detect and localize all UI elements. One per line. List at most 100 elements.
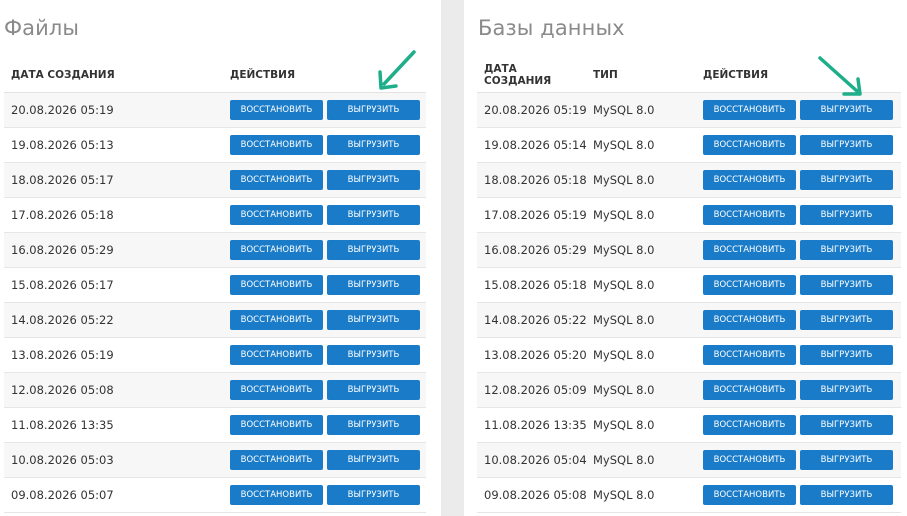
restore-button[interactable]: ВОССТАНОВИТЬ (703, 100, 796, 120)
actions-cell: ВОССТАНОВИТЬ ВЫГРУЗИТЬ (696, 442, 901, 478)
restore-button[interactable]: ВОССТАНОВИТЬ (703, 485, 796, 505)
restore-button[interactable]: ВОССТАНОВИТЬ (703, 135, 796, 155)
export-button[interactable]: ВЫГРУЗИТЬ (327, 100, 420, 120)
table-row: 20.08.2026 05:19 ВОССТАНОВИТЬ ВЫГРУЗИТЬ (4, 92, 426, 128)
date-cell: 09.08.2026 05:07 (4, 477, 223, 513)
type-cell: MySQL 8.0 (586, 407, 696, 443)
actions-cell: ВОССТАНОВИТЬ ВЫГРУЗИТЬ (696, 162, 901, 198)
files-title: Файлы (4, 16, 80, 40)
restore-button[interactable]: ВОССТАНОВИТЬ (230, 240, 323, 260)
export-button[interactable]: ВЫГРУЗИТЬ (800, 310, 893, 330)
date-cell: 11.08.2026 13:35 (4, 407, 223, 443)
type-cell: MySQL 8.0 (586, 477, 696, 513)
databases-header-actions: ДЕЙСТВИЯ (696, 58, 901, 93)
restore-button[interactable]: ВОССТАНОВИТЬ (230, 275, 323, 295)
type-cell: MySQL 8.0 (586, 197, 696, 233)
export-button[interactable]: ВЫГРУЗИТЬ (800, 170, 893, 190)
export-button[interactable]: ВЫГРУЗИТЬ (327, 485, 420, 505)
actions-cell: ВОССТАНОВИТЬ ВЫГРУЗИТЬ (223, 407, 426, 443)
date-cell: 14.08.2026 05:22 (477, 302, 587, 338)
restore-button[interactable]: ВОССТАНОВИТЬ (703, 380, 796, 400)
databases-table: ДАТА СОЗДАНИЯ ТИП ДЕЙСТВИЯ 20.08.2026 05… (477, 58, 901, 513)
export-button[interactable]: ВЫГРУЗИТЬ (327, 240, 420, 260)
date-cell: 19.08.2026 05:13 (4, 127, 223, 163)
restore-button[interactable]: ВОССТАНОВИТЬ (230, 485, 323, 505)
export-button[interactable]: ВЫГРУЗИТЬ (800, 485, 893, 505)
restore-button[interactable]: ВОССТАНОВИТЬ (230, 310, 323, 330)
actions-cell: ВОССТАНОВИТЬ ВЫГРУЗИТЬ (223, 197, 426, 233)
table-row: 10.08.2026 05:04 MySQL 8.0 ВОССТАНОВИТЬ ВЫГ… (477, 442, 901, 478)
restore-button[interactable]: ВОССТАНОВИТЬ (230, 170, 323, 190)
restore-button[interactable]: ВОССТАНОВИТЬ (230, 415, 323, 435)
actions-cell: ВОССТАНОВИТЬ ВЫГРУЗИТЬ (223, 162, 426, 198)
table-row: 13.08.2026 05:19 ВОССТАНОВИТЬ ВЫГРУЗИТЬ (4, 337, 426, 373)
date-cell: 12.08.2026 05:08 (4, 372, 223, 408)
export-button[interactable]: ВЫГРУЗИТЬ (327, 310, 420, 330)
restore-button[interactable]: ВОССТАНОВИТЬ (230, 205, 323, 225)
actions-cell: ВОССТАНОВИТЬ ВЫГРУЗИТЬ (696, 337, 901, 373)
date-cell: 16.08.2026 05:29 (4, 232, 223, 268)
type-cell: MySQL 8.0 (586, 232, 696, 268)
date-cell: 09.08.2026 05:08 (477, 477, 587, 513)
export-button[interactable]: ВЫГРУЗИТЬ (800, 240, 893, 260)
restore-button[interactable]: ВОССТАНОВИТЬ (703, 450, 796, 470)
export-button[interactable]: ВЫГРУЗИТЬ (800, 380, 893, 400)
actions-cell: ВОССТАНОВИТЬ ВЫГРУЗИТЬ (223, 372, 426, 408)
export-button[interactable]: ВЫГРУЗИТЬ (327, 205, 420, 225)
files-header-row: ДАТА СОЗДАНИЯ ДЕЙСТВИЯ (4, 58, 426, 93)
export-button[interactable]: ВЫГРУЗИТЬ (327, 135, 420, 155)
export-button[interactable]: ВЫГРУЗИТЬ (800, 450, 893, 470)
export-button[interactable]: ВЫГРУЗИТЬ (800, 275, 893, 295)
date-cell: 18.08.2026 05:18 (477, 162, 587, 198)
export-button[interactable]: ВЫГРУЗИТЬ (327, 275, 420, 295)
export-button[interactable]: ВЫГРУЗИТЬ (800, 345, 893, 365)
restore-button[interactable]: ВОССТАНОВИТЬ (230, 450, 323, 470)
date-cell: 10.08.2026 05:03 (4, 442, 223, 478)
export-button[interactable]: ВЫГРУЗИТЬ (800, 415, 893, 435)
export-button[interactable]: ВЫГРУЗИТЬ (327, 415, 420, 435)
files-table: ДАТА СОЗДАНИЯ ДЕЙСТВИЯ 20.08.2026 05:19 В… (4, 58, 426, 513)
restore-button[interactable]: ВОССТАНОВИТЬ (703, 170, 796, 190)
type-cell: MySQL 8.0 (586, 442, 696, 478)
date-cell: 15.08.2026 05:17 (4, 267, 223, 303)
restore-button[interactable]: ВОССТАНОВИТЬ (703, 310, 796, 330)
export-button[interactable]: ВЫГРУЗИТЬ (327, 345, 420, 365)
date-cell: 13.08.2026 05:20 (477, 337, 587, 373)
actions-cell: ВОССТАНОВИТЬ ВЫГРУЗИТЬ (696, 407, 901, 443)
export-button[interactable]: ВЫГРУЗИТЬ (327, 450, 420, 470)
restore-button[interactable]: ВОССТАНОВИТЬ (230, 380, 323, 400)
restore-button[interactable]: ВОССТАНОВИТЬ (703, 345, 796, 365)
restore-button[interactable]: ВОССТАНОВИТЬ (230, 135, 323, 155)
restore-button[interactable]: ВОССТАНОВИТЬ (703, 240, 796, 260)
databases-title: Базы данных (478, 16, 625, 40)
type-cell: MySQL 8.0 (586, 127, 696, 163)
date-cell: 15.08.2026 05:18 (477, 267, 587, 303)
actions-cell: ВОССТАНОВИТЬ ВЫГРУЗИТЬ (696, 302, 901, 338)
restore-button[interactable]: ВОССТАНОВИТЬ (703, 205, 796, 225)
table-row: 19.08.2026 05:14 MySQL 8.0 ВОССТАНОВИТЬ ВЫГ… (477, 127, 901, 163)
date-cell: 18.08.2026 05:17 (4, 162, 223, 198)
export-button[interactable]: ВЫГРУЗИТЬ (800, 135, 893, 155)
databases-panel: Базы данных ДАТА СОЗДАНИЯ ТИП ДЕЙСТВИЯ 2… (464, 0, 907, 516)
export-button[interactable]: ВЫГРУЗИТЬ (327, 170, 420, 190)
export-button[interactable]: ВЫГРУЗИТЬ (327, 380, 420, 400)
restore-button[interactable]: ВОССТАНОВИТЬ (230, 345, 323, 365)
actions-cell: ВОССТАНОВИТЬ ВЫГРУЗИТЬ (696, 92, 901, 128)
date-cell: 16.08.2026 05:29 (477, 232, 587, 268)
export-button[interactable]: ВЫГРУЗИТЬ (800, 205, 893, 225)
restore-button[interactable]: ВОССТАНОВИТЬ (703, 275, 796, 295)
actions-cell: ВОССТАНОВИТЬ ВЫГРУЗИТЬ (223, 337, 426, 373)
restore-button[interactable]: ВОССТАНОВИТЬ (703, 415, 796, 435)
export-button[interactable]: ВЫГРУЗИТЬ (800, 100, 893, 120)
restore-button[interactable]: ВОССТАНОВИТЬ (230, 100, 323, 120)
table-row: 17.08.2026 05:18 ВОССТАНОВИТЬ ВЫГРУЗИТЬ (4, 197, 426, 233)
actions-cell: ВОССТАНОВИТЬ ВЫГРУЗИТЬ (223, 302, 426, 338)
date-cell: 17.08.2026 05:19 (477, 197, 587, 233)
actions-cell: ВОССТАНОВИТЬ ВЫГРУЗИТЬ (223, 92, 426, 128)
table-row: 18.08.2026 05:17 ВОССТАНОВИТЬ ВЫГРУЗИТЬ (4, 162, 426, 198)
databases-header-date: ДАТА СОЗДАНИЯ (477, 58, 586, 93)
table-row: 14.08.2026 05:22 MySQL 8.0 ВОССТАНОВИТЬ ВЫГ… (477, 302, 901, 338)
table-row: 18.08.2026 05:18 MySQL 8.0 ВОССТАНОВИТЬ ВЫГ… (477, 162, 901, 198)
table-row: 10.08.2026 05:03 ВОССТАНОВИТЬ ВЫГРУЗИТЬ (4, 442, 426, 478)
actions-cell: ВОССТАНОВИТЬ ВЫГРУЗИТЬ (696, 372, 901, 408)
